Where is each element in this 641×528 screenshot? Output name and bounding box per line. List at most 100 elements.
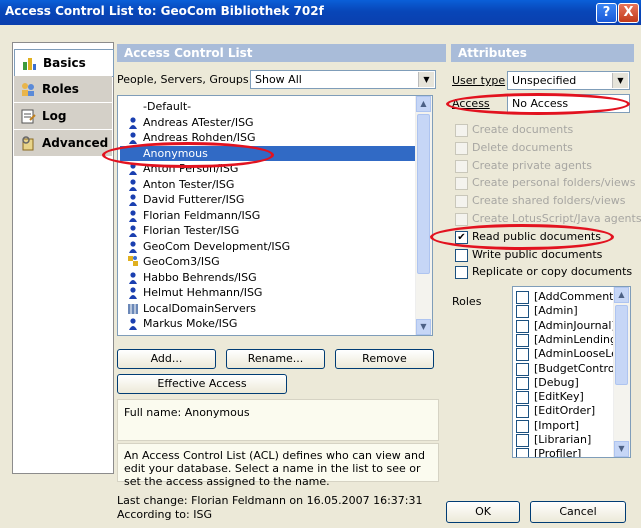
window-title: Access Control List to: GeoCom Bibliothe… xyxy=(5,4,324,18)
acl-entry-row[interactable]: -Default- xyxy=(120,99,416,114)
user-type-select[interactable]: Unspecified ▼ xyxy=(507,71,630,90)
acl-entry-row[interactable]: Andreas ATester/ISG xyxy=(120,115,416,130)
rename-button[interactable]: Rename... xyxy=(226,349,325,369)
scroll-up-icon[interactable]: ▲ xyxy=(614,287,629,303)
role-checkbox[interactable] xyxy=(516,405,529,419)
person-icon xyxy=(129,271,137,284)
acl-entry-label: GeoCom Development/ISG xyxy=(143,239,291,253)
last-change-text: Last change: Florian Feldmann on 16.05.2… xyxy=(117,494,423,507)
acl-entry-row[interactable]: Markus Moke/ISG xyxy=(120,316,416,331)
nav-item-advanced[interactable]: Advanced xyxy=(14,130,112,156)
remove-button[interactable]: Remove xyxy=(335,349,434,369)
nav-label-log: Log xyxy=(42,109,67,123)
title-bar[interactable]: Access Control List to: GeoCom Bibliothe… xyxy=(0,0,641,25)
role-label: [Profiler] xyxy=(534,447,582,458)
close-button[interactable]: X xyxy=(618,3,639,23)
option-checkbox[interactable] xyxy=(455,213,468,226)
acl-entry-label: Habbo Behrends/ISG xyxy=(143,270,257,284)
server-icon xyxy=(128,303,138,314)
acl-entry-row[interactable]: Anton Tester/ISG xyxy=(120,177,416,192)
role-checkbox[interactable] xyxy=(516,291,529,304)
person-icon xyxy=(129,318,137,330)
user-type-label: User type xyxy=(452,74,506,87)
roles-scroll-thumb[interactable] xyxy=(615,305,628,385)
option-label: Delete documents xyxy=(472,140,573,154)
option-checkbox[interactable] xyxy=(455,266,468,280)
role-checkbox[interactable] xyxy=(516,419,529,433)
filter-select-value: Show All xyxy=(255,73,302,86)
acl-entry-row[interactable]: Habbo Behrends/ISG xyxy=(120,270,416,285)
fullname-box: Full name: Anonymous xyxy=(117,399,439,441)
roles-label: Roles xyxy=(452,295,482,308)
option-label: Create shared folders/views xyxy=(472,194,626,208)
acl-list-scroll-thumb[interactable] xyxy=(417,114,430,274)
fullname-text: Full name: Anonymous xyxy=(124,406,250,419)
scroll-up-icon[interactable]: ▲ xyxy=(416,96,431,112)
filter-label: People, Servers, Groups xyxy=(117,73,249,86)
role-checkbox[interactable] xyxy=(516,376,529,390)
acl-entry-row[interactable]: GeoCom3/ISG xyxy=(120,254,416,269)
role-checkbox[interactable] xyxy=(516,434,529,447)
acl-entry-row[interactable]: GeoCom Development/ISG xyxy=(120,239,416,254)
option-checkbox[interactable] xyxy=(455,159,468,173)
role-checkbox[interactable] xyxy=(516,448,529,457)
option-checkbox[interactable] xyxy=(455,124,468,137)
acl-entry-row[interactable]: David Futterer/ISG xyxy=(120,192,416,207)
person-icon xyxy=(129,240,137,253)
nav-item-roles[interactable]: Roles xyxy=(14,76,112,102)
scroll-down-icon[interactable]: ▼ xyxy=(614,441,629,457)
acl-entry-label: David Futterer/ISG xyxy=(143,193,245,206)
person-icon xyxy=(129,194,137,206)
scroll-down-icon[interactable]: ▼ xyxy=(416,319,431,335)
option-label: Create personal folders/views xyxy=(472,176,636,190)
acl-list-scrollbar[interactable]: ▲ ▼ xyxy=(415,96,432,335)
person-icon xyxy=(129,287,137,299)
footer-info: Last change: Florian Feldmann on 16.05.2… xyxy=(117,494,423,522)
effective-access-button[interactable]: Effective Access xyxy=(117,374,287,394)
option-checkbox[interactable] xyxy=(455,195,468,209)
option-checkbox[interactable] xyxy=(455,177,468,191)
roles-scrollbar[interactable]: ▲ ▼ xyxy=(613,287,630,457)
acl-entry-label: Andreas ATester/ISG xyxy=(143,115,254,129)
log-icon xyxy=(21,109,36,124)
role-checkbox[interactable] xyxy=(516,305,529,319)
option-label: Create documents xyxy=(472,123,574,136)
option-checkbox[interactable] xyxy=(455,248,468,262)
acl-dialog: Access Control List to: GeoCom Bibliothe… xyxy=(0,0,641,528)
acl-entry-row[interactable]: Florian Tester/ISG xyxy=(120,223,416,238)
ok-button[interactable]: OK xyxy=(446,501,520,523)
role-checkbox[interactable] xyxy=(516,319,529,333)
nav-item-log[interactable]: Log xyxy=(14,103,112,129)
acl-entry-label: Florian Feldmann/ISG xyxy=(143,208,261,222)
role-checkbox[interactable] xyxy=(516,348,529,362)
add-button[interactable]: Add... xyxy=(117,349,216,369)
help-button[interactable]: ? xyxy=(596,3,617,23)
nav-item-basics[interactable]: Basics xyxy=(14,49,114,77)
role-checkbox[interactable] xyxy=(516,362,529,376)
filter-select[interactable]: Show All ▼ xyxy=(250,70,436,89)
option-label: Create LotusScript/Java agents xyxy=(472,212,641,225)
acl-entry-label: Helmut Hehmann/ISG xyxy=(143,286,263,299)
chevron-down-icon[interactable]: ▼ xyxy=(418,72,434,87)
option-label: Create private agents xyxy=(472,158,592,172)
role-checkbox[interactable] xyxy=(516,391,529,405)
acl-entry-row[interactable]: Florian Feldmann/ISG xyxy=(120,208,416,223)
roles-icon xyxy=(22,83,34,96)
acl-header: Access Control List xyxy=(117,44,446,62)
role-checkbox[interactable] xyxy=(516,333,529,347)
highlight-ellipse-access xyxy=(446,93,630,115)
cancel-button[interactable]: Cancel xyxy=(530,501,626,523)
according-text: According to: ISG xyxy=(117,508,212,521)
nav-panel: Basics Roles Log Advanced xyxy=(12,42,114,474)
advanced-icon xyxy=(22,136,34,151)
option-checkbox[interactable] xyxy=(455,141,468,155)
acl-entry-row[interactable]: LocalDomainServers xyxy=(120,301,416,316)
highlight-ellipse-anonymous xyxy=(102,142,274,168)
chevron-down-icon[interactable]: ▼ xyxy=(612,73,628,88)
acl-entry-label: Florian Tester/ISG xyxy=(143,224,240,237)
acl-entry-row[interactable]: Helmut Hehmann/ISG xyxy=(120,285,416,300)
acl-entry-list[interactable]: -Default- Andreas ATester/ISG Andreas Rohd… xyxy=(117,95,433,336)
acl-entry-label: Anton Tester/ISG xyxy=(143,177,235,191)
person-icon xyxy=(128,256,138,266)
roles-list[interactable]: [AddComment] [Admin] [AdminJournal] [AdminL… xyxy=(512,286,631,458)
